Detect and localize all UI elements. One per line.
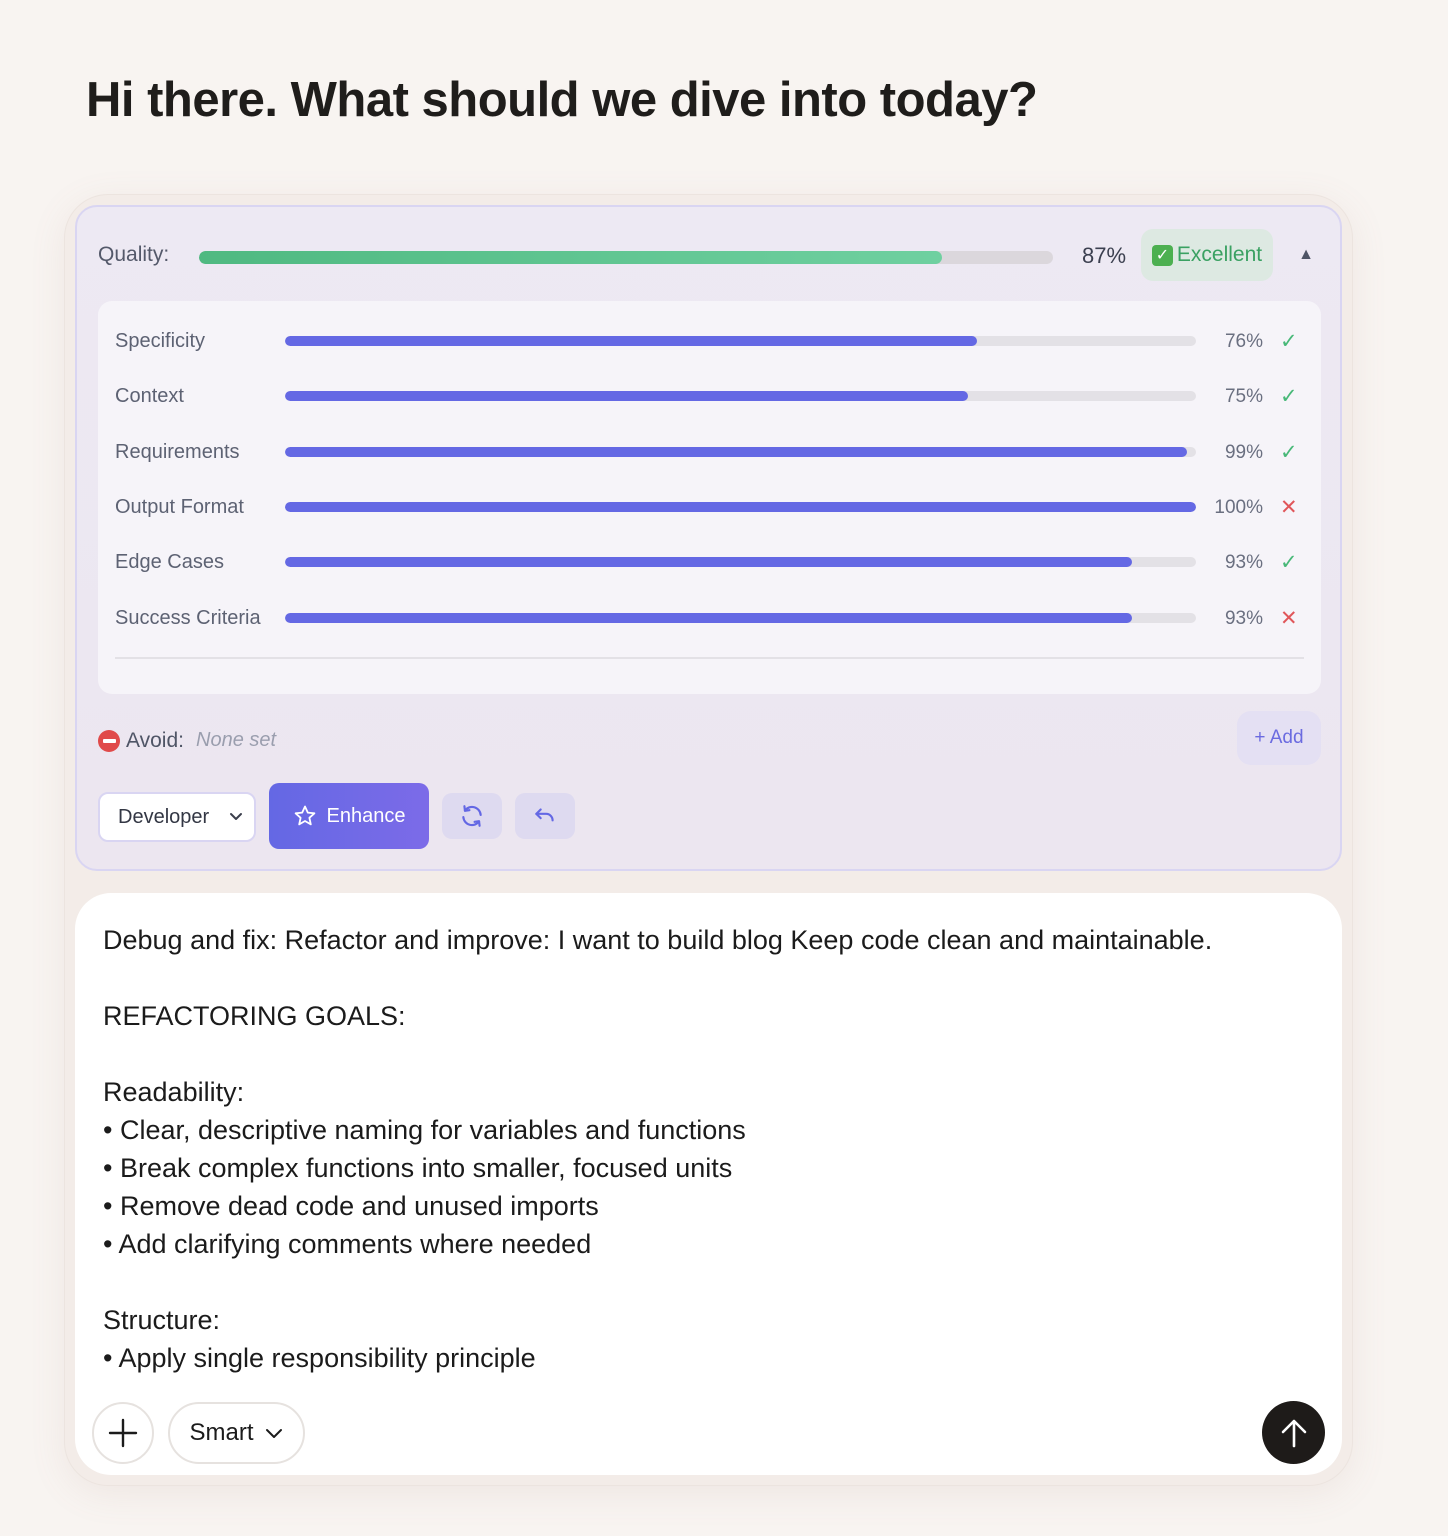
metric-percent: 99% <box>1224 442 1263 463</box>
collapse-toggle-icon[interactable]: ▲ <box>1294 243 1318 267</box>
avoid-label: Avoid: <box>126 729 184 752</box>
avoid-value: None set <box>196 729 277 751</box>
arrow-up-icon <box>1281 1419 1306 1447</box>
quality-bar-track <box>199 251 1053 264</box>
refresh-icon <box>462 805 482 827</box>
metric-bar-track <box>285 613 1196 623</box>
metric-bar-fill <box>285 336 978 346</box>
quality-label: Quality: <box>98 243 170 266</box>
metric-bar-track <box>285 447 1196 457</box>
metric-label: Context <box>115 385 184 407</box>
metric-bar-track <box>285 502 1196 512</box>
chevron-down-icon <box>265 1429 282 1438</box>
metric-status-icon: ✓ <box>1280 385 1298 408</box>
metric-status-icon: ✕ <box>1280 496 1298 519</box>
add-avoid-button[interactable]: + Add <box>1237 711 1321 765</box>
regenerate-button[interactable] <box>442 793 502 839</box>
metric-row: Output Format 100% ✕ <box>98 488 1321 528</box>
composer-toolbar: Smart <box>75 1401 1342 1465</box>
send-button[interactable] <box>1262 1401 1325 1464</box>
metric-bar-fill <box>285 557 1133 567</box>
page-title: Hi there. What should we dive into today… <box>86 73 1038 127</box>
metric-label: Requirements <box>115 441 240 463</box>
metric-bar-fill <box>285 447 1187 457</box>
metric-label: Specificity <box>115 330 206 352</box>
quality-bar-fill <box>199 251 942 264</box>
star-icon <box>294 805 315 826</box>
enhance-button-label: Enhance <box>326 804 406 827</box>
mode-select-button[interactable]: Smart <box>168 1402 305 1464</box>
metric-percent: 93% <box>1224 608 1263 629</box>
quality-summary-row: Quality: 87% ✓ Excellent ▲ <box>77 229 1340 287</box>
undo-icon <box>535 808 554 822</box>
no-entry-icon <box>98 730 120 752</box>
prompt-editor[interactable]: Debug and fix: Refactor and improve: I w… <box>75 893 1342 1475</box>
metric-status-icon: ✓ <box>1280 441 1298 464</box>
plus-icon <box>108 1418 138 1448</box>
quality-badge: ✓ Excellent <box>1141 229 1273 281</box>
metric-label: Success Criteria <box>115 607 261 629</box>
metrics-breakdown: Specificity 76% ✓ Context 75% ✓ Requirem… <box>98 301 1321 694</box>
metric-bar-track <box>285 557 1196 567</box>
quality-badge-label: Excellent <box>1176 243 1263 266</box>
metric-percent: 76% <box>1224 331 1263 352</box>
metric-bar-fill <box>285 502 1196 512</box>
quality-percent: 87% <box>1082 243 1127 268</box>
metric-row: Edge Cases 93% ✓ <box>98 543 1321 583</box>
role-select[interactable]: Developer <box>98 792 256 842</box>
check-mark-icon: ✓ <box>1151 244 1173 266</box>
metric-percent: 75% <box>1224 386 1263 407</box>
undo-button[interactable] <box>515 793 575 839</box>
metric-bar-track <box>285 391 1196 401</box>
metric-label: Output Format <box>115 496 244 518</box>
metric-row: Success Criteria 93% ✕ <box>98 599 1321 639</box>
metric-row: Specificity 76% ✓ <box>98 322 1321 362</box>
quality-panel: Quality: 87% ✓ Excellent ▲ Specificity 7… <box>75 205 1342 871</box>
metrics-divider <box>115 657 1304 659</box>
prompt-text[interactable]: Debug and fix: Refactor and improve: I w… <box>103 921 1313 1377</box>
metric-row: Requirements 99% ✓ <box>98 433 1321 473</box>
metric-status-icon: ✕ <box>1280 607 1298 630</box>
mode-label: Smart <box>189 1419 254 1446</box>
metric-row: Context 75% ✓ <box>98 377 1321 417</box>
avoid-row: Avoid: None set + Add <box>98 711 1321 767</box>
metric-percent: 93% <box>1224 552 1263 573</box>
attach-button[interactable] <box>92 1402 154 1464</box>
role-select-value: Developer <box>118 805 210 828</box>
metric-status-icon: ✓ <box>1280 330 1298 353</box>
metric-bar-fill <box>285 613 1133 623</box>
enhance-button[interactable]: Enhance <box>269 783 429 849</box>
metric-status-icon: ✓ <box>1280 551 1298 574</box>
metric-label: Edge Cases <box>115 551 224 573</box>
metric-bar-track <box>285 336 1196 346</box>
enhance-controls: Developer Enhance <box>98 783 698 849</box>
metric-percent: 100% <box>1214 497 1263 518</box>
metric-bar-fill <box>285 391 969 401</box>
chevron-down-icon <box>230 813 242 820</box>
